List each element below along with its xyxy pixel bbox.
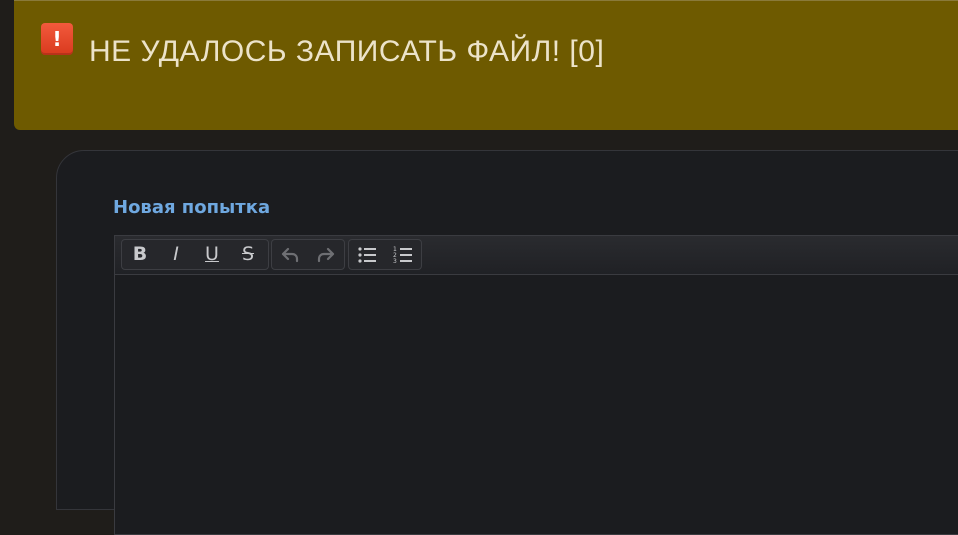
numbered-list-button[interactable]: 1 2 3 (385, 240, 421, 269)
field-label: Новая попытка (113, 197, 271, 218)
underline-button[interactable]: U (194, 240, 230, 269)
bullet-list-button[interactable] (349, 240, 385, 269)
svg-text:3: 3 (393, 258, 397, 265)
italic-button[interactable]: I (158, 240, 194, 269)
undo-icon (281, 247, 299, 262)
lists-group: 1 2 3 (348, 239, 422, 270)
redo-button[interactable] (308, 240, 344, 269)
bold-button[interactable]: B (122, 240, 158, 269)
redo-icon (317, 247, 335, 262)
reply-panel: Новая попытка B I U S 1 2 3 (56, 150, 958, 535)
strikethrough-button[interactable]: S (230, 240, 266, 269)
history-group (271, 239, 345, 270)
formatting-group: B I U S (121, 239, 269, 270)
bullet-list-icon (358, 246, 376, 263)
bold-icon: B (132, 243, 148, 265)
numbered-list-icon: 1 2 3 (393, 246, 412, 265)
exclamation-glyph: ! (52, 27, 62, 51)
editor-toolbar: B I U S 1 2 3 (115, 236, 958, 275)
exclamation-icon: ! (41, 23, 73, 55)
error-alert: ! НЕ УДАЛОСЬ ЗАПИСАТЬ ФАЙЛ! [0] (14, 0, 958, 130)
undo-button[interactable] (272, 240, 308, 269)
underline-icon: U (205, 243, 219, 265)
rich-text-editor: B I U S 1 2 3 (114, 235, 958, 535)
alert-message: НЕ УДАЛОСЬ ЗАПИСАТЬ ФАЙЛ! [0] (89, 35, 605, 68)
strikethrough-icon: S (241, 243, 255, 265)
italic-icon: I (173, 243, 179, 265)
editor-content-area[interactable] (115, 275, 958, 534)
